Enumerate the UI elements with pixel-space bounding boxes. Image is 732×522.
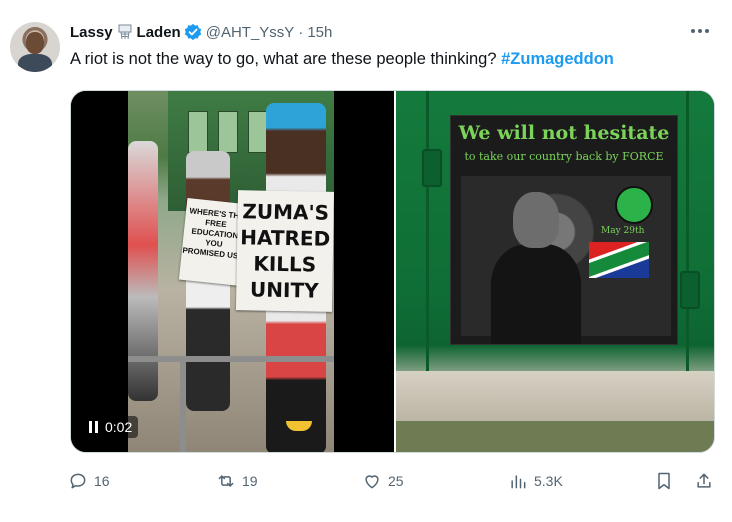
door-hinge	[680, 271, 700, 309]
action-bar: 16 19 25 5.3K	[66, 468, 722, 494]
sign-line: KILLS	[253, 251, 317, 277]
video-railing	[128, 356, 334, 362]
avatar-face	[26, 32, 44, 54]
author-name[interactable]: Lassy	[70, 24, 113, 41]
poster-subtitle: to take our country back by FORCE	[464, 150, 664, 163]
tweet-text: A riot is not the way to go, what are th…	[70, 50, 614, 69]
video-window	[248, 111, 268, 153]
door-hinge	[422, 149, 442, 187]
tweet-body: A riot is not the way to go, what are th…	[70, 50, 497, 68]
share-button[interactable]	[694, 468, 714, 494]
poster-title: We will not hesitate	[458, 122, 670, 144]
repost-count: 19	[242, 473, 258, 489]
sign-line: UNITY	[249, 277, 319, 303]
video-controls[interactable]: 0:02	[83, 416, 139, 438]
reply-icon	[70, 473, 86, 489]
video-railing-post	[180, 356, 186, 452]
video-window	[218, 111, 238, 153]
protest-sign-zuma: ZUMA'S HATRED KILLS UNITY	[235, 190, 334, 312]
like-count: 25	[388, 473, 404, 489]
repost-button[interactable]: 19	[216, 468, 258, 494]
like-button[interactable]: 25	[362, 468, 404, 494]
views-button[interactable]: 5.3K	[508, 468, 563, 494]
reply-button[interactable]: 16	[68, 468, 110, 494]
avatar-body	[18, 54, 52, 72]
pause-icon[interactable]	[89, 421, 99, 433]
views-count: 5.3K	[534, 473, 563, 489]
grass	[396, 421, 714, 452]
basketball-hoop-icon	[118, 24, 132, 40]
door-seam	[426, 91, 429, 371]
author-name-tail[interactable]: Laden	[137, 24, 181, 41]
bookmark-icon	[658, 472, 670, 490]
hashtag-link[interactable]: #Zumageddon	[501, 50, 614, 68]
author-avatar[interactable]	[10, 22, 60, 72]
share-icon	[697, 473, 711, 488]
poster: We will not hesitate to take our country…	[450, 115, 678, 345]
reply-count: 16	[94, 473, 110, 489]
poster-figure-face	[513, 192, 559, 248]
photo[interactable]: We will not hesitate to take our country…	[394, 91, 714, 452]
door-seam	[686, 91, 689, 371]
views-icon	[511, 475, 526, 489]
video-person-left	[128, 141, 158, 401]
more-icon[interactable]	[688, 22, 712, 40]
poster-flag	[589, 242, 649, 278]
sign-line: HATRED	[240, 225, 331, 251]
verified-badge-icon	[184, 23, 201, 41]
media-grid[interactable]: WHERE'S THE FREE EDUCATION YOU PROMISED …	[70, 90, 715, 453]
tweet-card[interactable]: Lassy Laden @AHT_YssY · 15h A riot is no…	[0, 0, 732, 522]
poster-date: May 29th	[601, 226, 645, 236]
bookmark-button[interactable]	[654, 468, 674, 494]
author-handle[interactable]: @AHT_YssY	[206, 24, 295, 41]
repost-icon	[218, 475, 234, 487]
video-window	[188, 111, 208, 153]
video-frame: WHERE'S THE FREE EDUCATION YOU PROMISED …	[128, 91, 334, 452]
like-icon	[365, 475, 379, 489]
video-timestamp: 0:02	[105, 419, 133, 435]
tweet-header: Lassy Laden @AHT_YssY · 15h	[70, 21, 332, 43]
video-player[interactable]: WHERE'S THE FREE EDUCATION YOU PROMISED …	[71, 91, 394, 452]
tweet-timestamp[interactable]: 15h	[307, 24, 332, 41]
poster-figure-suit	[491, 244, 581, 344]
header-separator: ·	[298, 23, 304, 41]
poster-logo	[615, 186, 653, 224]
sign-line: ZUMA'S	[242, 199, 330, 225]
